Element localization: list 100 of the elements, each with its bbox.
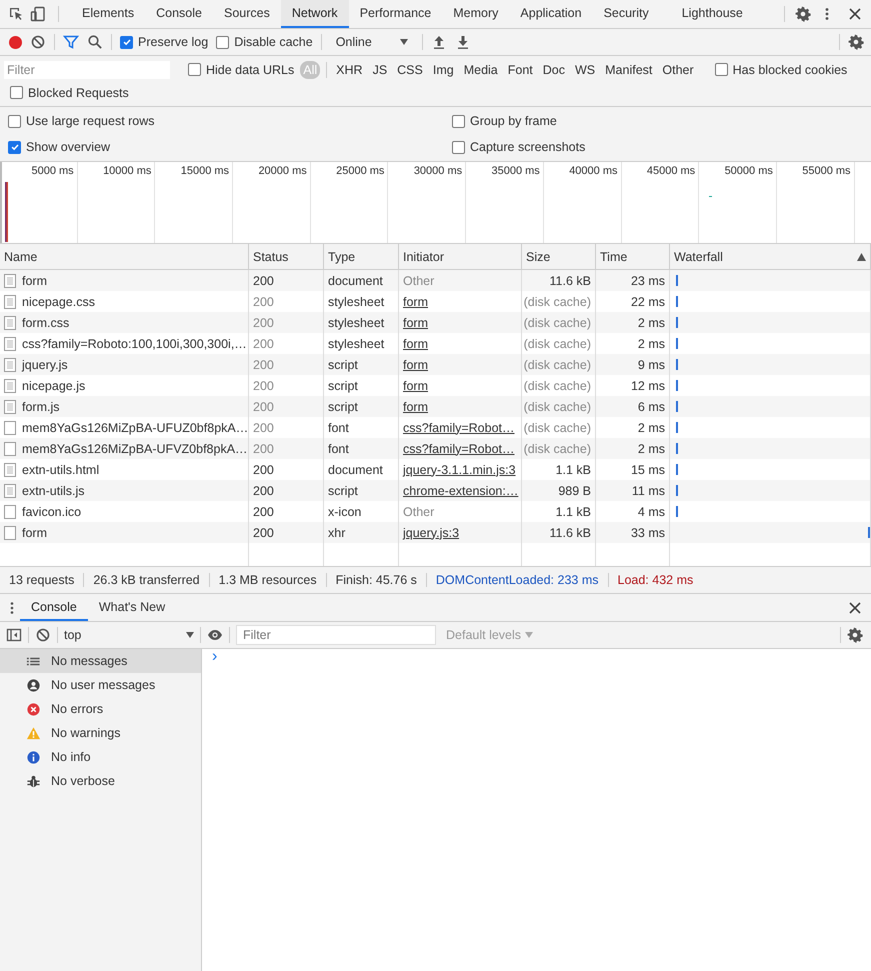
type-filter[interactable]: Font [504,60,536,78]
settings-icon[interactable] [795,6,811,22]
request-name[interactable]: form [22,526,47,540]
request-name[interactable]: css?family=Roboto:100,100i,300,300i,… [22,336,247,350]
filter-icon[interactable] [63,34,79,50]
type-filter[interactable]: Media [460,60,501,78]
panel-tab[interactable]: Elements [71,0,146,28]
initiator-link[interactable]: jquery.js:3 [403,526,460,540]
column-header[interactable]: Size [522,244,596,269]
request-name[interactable]: extn-utils.html [22,462,100,476]
initiator-link[interactable]: form [403,316,428,330]
setting-checkbox[interactable]: Show overview [8,134,452,160]
checkbox[interactable] [714,63,728,76]
message-filter-item[interactable]: No user messages [0,673,201,697]
checkbox[interactable] [8,140,21,154]
message-filter-item[interactable]: No verbose [0,769,201,793]
initiator-link[interactable]: form [403,400,428,414]
column-header[interactable]: Status [249,244,324,269]
console-prompt[interactable]: › [212,648,218,665]
initiator-link[interactable]: form [403,294,428,308]
checkbox[interactable] [452,140,465,154]
type-filter[interactable]: Other [659,60,697,78]
panel-tab[interactable]: Memory [442,0,510,28]
device-icon[interactable] [30,6,46,22]
type-filter[interactable]: JS [370,60,390,78]
setting-checkbox[interactable]: Capture screenshots [452,134,863,160]
request-name[interactable]: mem8YaGs126MiZpBA-UFVZ0bf8pkA… [22,442,248,456]
time-tick: 30000 ms [414,165,462,177]
request-name[interactable]: extn-utils.js [22,484,85,498]
initiator-link[interactable]: form [403,336,428,350]
blocked-requests-checkbox[interactable]: Blocked Requests [10,86,129,100]
console-filter-field[interactable]: Filter [236,625,436,645]
disable-cache-checkbox[interactable]: Disable cache [216,35,313,49]
message-filter-item[interactable]: No messages [0,649,201,673]
column-header[interactable]: Time [596,244,670,269]
panel-tab[interactable]: Performance [348,0,442,28]
type-filter[interactable]: Manifest [602,60,656,78]
throttling-dropdown[interactable]: Online [330,35,414,49]
initiator-link[interactable]: form [403,378,428,392]
column-header[interactable]: Name [0,244,249,269]
filter-field[interactable]: Filter [4,60,170,78]
column-header[interactable]: Initiator [399,244,522,269]
panel-tab[interactable]: Application [509,0,593,28]
initiator-link[interactable]: jquery-3.1.1.min.js:3 [403,462,516,476]
type-filter[interactable]: Img [430,60,457,78]
settings-icon[interactable] [848,34,864,50]
initiator-link[interactable]: form [403,358,428,372]
checkbox[interactable] [216,36,230,48]
close-icon[interactable] [847,600,863,616]
blocked-cookies-checkbox[interactable]: Has blocked cookies [714,62,848,76]
drawer-tab[interactable]: What's New [88,594,176,621]
sidebar-toggle-icon[interactable] [6,627,22,643]
close-icon[interactable] [847,6,863,22]
checkbox[interactable] [188,63,201,76]
request-name[interactable]: form.css [22,316,70,330]
column-header[interactable]: Type [324,244,399,269]
request-name[interactable]: form [22,274,47,288]
document-icon [4,400,16,414]
setting-checkbox[interactable]: Group by frame [452,108,863,134]
initiator-link[interactable]: css?family=Robot… [403,442,514,456]
table-cell: 9 ms [596,354,670,375]
settings-icon[interactable] [847,627,863,643]
checkbox[interactable] [10,86,23,99]
setting-checkbox[interactable]: Use large request rows [8,108,452,134]
preserve-log-checkbox[interactable]: Preserve log [120,35,208,49]
message-filter-item[interactable]: No info [0,745,201,769]
context-dropdown[interactable]: top [64,628,194,642]
eye-icon[interactable] [207,627,223,643]
request-name[interactable]: nicepage.js [22,378,86,392]
initiator-link[interactable]: chrome-extension:… [403,484,518,498]
type-filter[interactable]: WS [572,60,598,78]
search-icon[interactable] [87,34,103,50]
request-name[interactable]: mem8YaGs126MiZpBA-UFUZ0bf8pkA… [22,420,248,434]
request-name[interactable]: nicepage.css [22,294,95,308]
inspect-icon[interactable] [8,6,24,22]
clear-icon[interactable] [30,34,46,50]
file-icon [4,504,16,518]
type-filter[interactable]: Doc [540,60,568,78]
hide-data-urls-checkbox[interactable]: Hide data URLs [188,62,294,76]
type-filter[interactable]: XHR [333,60,366,78]
checkbox[interactable] [120,36,133,48]
message-filter-item[interactable]: No errors [0,697,201,721]
panel-tab[interactable]: Security [592,0,660,28]
clear-icon[interactable] [35,627,51,643]
type-filter[interactable]: CSS [394,60,426,78]
panel-tab[interactable]: Network [280,0,349,28]
request-name[interactable]: form.js [22,400,60,414]
checkbox[interactable] [8,114,21,128]
document-icon [4,358,16,372]
initiator-link[interactable]: css?family=Robot… [403,420,514,434]
record-button[interactable] [9,36,22,48]
message-filter-item[interactable]: No warnings [0,721,201,745]
panel-tab[interactable]: Console [145,0,213,28]
request-name[interactable]: jquery.js [22,358,68,372]
panel-tab[interactable]: Lighthouse [660,0,765,28]
column-header[interactable]: Waterfall [670,244,871,269]
checkbox[interactable] [452,114,465,128]
sort-icon[interactable] [857,252,866,260]
panel-tab[interactable]: Sources [212,0,281,28]
request-name[interactable]: favicon.ico [22,504,82,518]
